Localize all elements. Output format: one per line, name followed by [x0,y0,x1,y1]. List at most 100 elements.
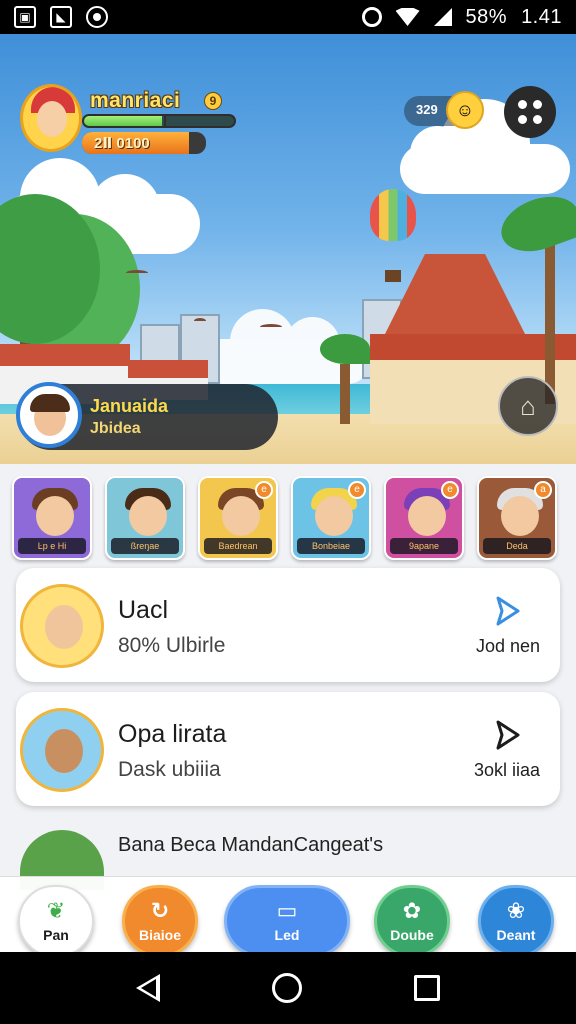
wifi-icon [395,8,420,26]
task-avatar-face [45,605,83,649]
xp-bar [82,114,236,128]
bird-icon [194,318,206,324]
play-arrow-icon[interactable] [490,594,524,628]
friend-tile[interactable]: e 9apane [384,476,464,560]
level-badge: 9 [204,92,222,110]
friend-face [36,496,74,536]
friend-label: Ŀp e Hi [18,538,86,554]
palm-tree [340,364,350,424]
task-card[interactable]: Uacl 80% Ulbirle Jod nen [16,568,560,682]
friend-label: 9apane [390,538,458,554]
neighbor-card[interactable]: Januaida Jbidea [16,382,278,450]
menu-dot-icon [533,100,542,109]
task-title: Bana Beca MandanCangeat's [118,834,384,856]
palm-tree [545,234,555,404]
task-action-label[interactable]: 3okl iiaa [474,760,540,781]
friend-tile[interactable]: e Baedrean [198,476,278,560]
settings-status-icon [361,7,382,27]
battery-percent: 58% [465,5,508,28]
xp-bar-marker [164,116,166,126]
content-panel: Ŀp e Hi ßreŋae e Baedrean e Bonbeiae e 9… [0,464,576,957]
neighbor-subtitle: Jbidea [90,420,141,437]
nav-label: Biaioe [138,927,181,943]
hot-air-balloon-icon [370,189,416,241]
notification-icon: ▣ [14,6,36,28]
record-icon [86,6,108,28]
gem-count: 329 [416,102,438,117]
neighbor-name: Januaida [90,396,169,416]
friend-tile[interactable]: a Deda [477,476,557,560]
bird-icon [260,324,282,330]
frog-icon: ✿ [402,898,422,923]
bottom-nav: ❦ Pan ↻ Biaioe ▭ Led ✿ Doube ❀ Deant [0,876,576,957]
nav-flower-button[interactable]: ❀ Deant [478,885,554,957]
friend-label: Deda [483,538,551,554]
menu-dot-icon [518,100,527,109]
player-name: manriaci [90,89,181,112]
friend-label: Baedrean [204,538,272,554]
coin-count: 2Ⅱ 0100 [94,135,150,152]
task-avatar [20,584,104,668]
nav-label: Deant [496,927,536,943]
friend-face [222,496,260,536]
task-avatar-face [45,729,83,773]
recent-apps-icon[interactable] [414,975,440,1001]
task-title: Uacl [118,596,169,624]
task-card[interactable]: Opa lirata Dask ubiiia 3okl iiaa [16,692,560,806]
friend-tile[interactable]: e Bonbeiae [291,476,371,560]
friend-badge-icon: e [441,481,459,499]
refresh-icon: ↻ [150,898,170,923]
system-nav-bar [0,952,576,1024]
friend-face [408,496,446,536]
coin-bar: 2Ⅱ 0100 [82,132,206,154]
bird-icon [126,270,148,276]
friend-badge-icon: e [348,481,366,499]
smiley-currency-icon: ☺ [446,91,484,129]
friend-tile[interactable]: ßreŋae [105,476,185,560]
menu-dot-icon [533,115,542,124]
avatar-face [37,101,67,137]
nav-refresh-button[interactable]: ↻ Biaioe [122,885,198,957]
gem-counter[interactable]: 329 ☺ [404,91,484,129]
friend-face [501,496,539,536]
xp-bar-fill [84,116,162,126]
task-subtitle: Dask ubiiia [118,758,221,781]
friend-badge-icon: e [255,481,273,499]
palm-leaves [320,334,370,364]
house-roof [380,254,530,344]
nav-frog-button[interactable]: ✿ Doube [374,885,450,957]
nav-label: Doube [390,927,434,943]
menu-button[interactable] [504,86,556,138]
player-avatar[interactable] [20,84,82,152]
leaf-icon: ❦ [46,898,66,923]
flower-icon: ❀ [506,898,526,923]
friend-face [129,496,167,536]
home-visit-button[interactable]: ⌂ [498,376,558,436]
nav-cards-button[interactable]: ▭ Led [224,885,350,957]
friend-label: Bonbeiae [297,538,365,554]
friend-tile[interactable]: Ŀp e Hi [12,476,92,560]
back-icon[interactable] [136,974,160,1002]
nav-label: Pan [43,927,69,943]
clock: 1.41 [521,5,562,28]
palm-leaves [493,186,576,262]
friends-row: Ŀp e Hi ßreŋae e Baedrean e Bonbeiae e 9… [12,476,572,560]
nav-label: Led [274,927,300,943]
village-scene[interactable]: manriaci 9 2Ⅱ 0100 329 ☺ Januaida Jbidea… [0,34,576,464]
image-notification-icon: ◣ [50,6,72,28]
nav-plant-button[interactable]: ❦ Pan [18,885,94,957]
task-title: Opa lirata [118,720,227,748]
neighbor-hair [30,394,70,412]
friend-face [315,496,353,536]
task-action-label[interactable]: Jod nen [476,636,540,657]
task-subtitle: 80% Ulbirle [118,634,226,657]
menu-dot-icon [518,115,527,124]
cloud [400,99,570,194]
card-icon: ▭ [276,898,298,923]
task-avatar [20,708,104,792]
play-arrow-icon[interactable] [490,718,524,752]
status-bar: ▣ ◣ 58% 1.41 [0,0,576,34]
signal-icon [433,8,452,26]
neighbor-avatar [16,382,82,448]
home-icon[interactable] [272,973,302,1003]
